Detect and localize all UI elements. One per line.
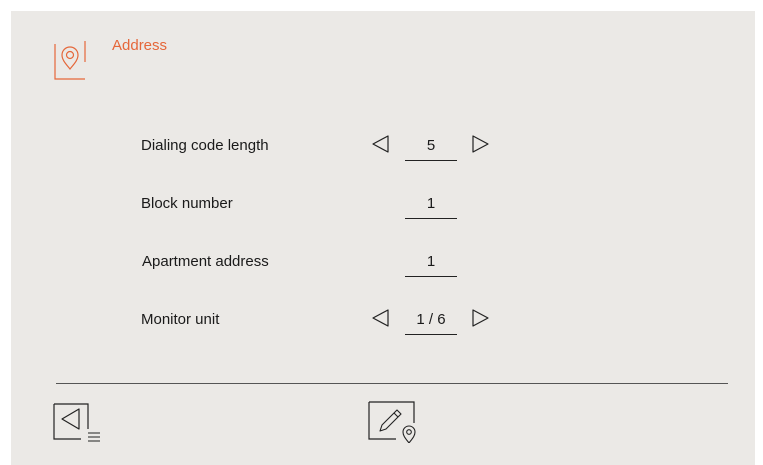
monitor-unit-value[interactable]: 1 / 6	[405, 311, 457, 335]
decrease-dialing-code-length-arrow-icon[interactable]	[371, 134, 391, 154]
apartment-address-label: Apartment address	[142, 253, 269, 270]
monitor-unit-label: Monitor unit	[141, 311, 220, 328]
edit-location-icon[interactable]	[368, 401, 418, 443]
increase-dialing-code-length-arrow-icon[interactable]	[470, 134, 490, 154]
block-number-label: Block number	[141, 195, 233, 212]
footer-divider	[56, 383, 728, 384]
increase-monitor-unit-arrow-icon[interactable]	[470, 308, 490, 328]
dialing-code-length-value[interactable]: 5	[405, 137, 457, 161]
page-title: Address	[112, 37, 168, 54]
location-pin-icon	[54, 41, 86, 80]
dialing-code-length-label: Dialing code length	[141, 137, 269, 154]
decrease-monitor-unit-arrow-icon[interactable]	[371, 308, 391, 328]
apartment-address-value[interactable]: 1	[405, 253, 457, 277]
address-settings-screen: Address Dialing code length 5 Block numb…	[11, 11, 755, 465]
back-list-icon[interactable]	[53, 401, 103, 443]
block-number-value[interactable]: 1	[405, 195, 457, 219]
